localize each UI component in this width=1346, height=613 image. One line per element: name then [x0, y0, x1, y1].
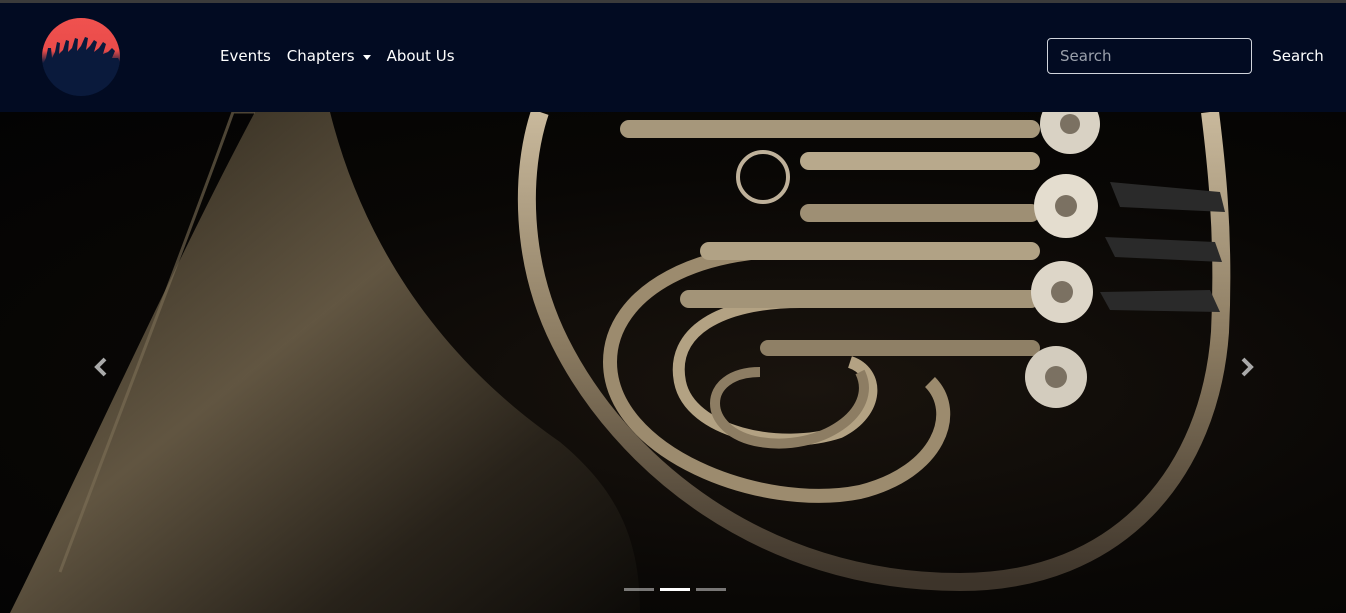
nav-link-label: About Us [386, 47, 455, 65]
chevron-right-icon [1241, 357, 1254, 377]
carousel-indicators [624, 588, 726, 591]
crowd-hands-icon [42, 37, 120, 96]
nav-link-about-us[interactable]: About Us [387, 47, 455, 65]
site-logo[interactable] [42, 18, 120, 96]
search-button[interactable]: Search [1265, 38, 1331, 74]
chevron-left-icon [94, 357, 107, 377]
french-horn-image [10, 112, 1231, 613]
carousel-indicator-2[interactable] [660, 588, 690, 591]
search-input[interactable] [1047, 38, 1252, 74]
carousel-next-button[interactable] [1235, 352, 1259, 382]
carousel-prev-button[interactable] [89, 352, 113, 382]
carousel-indicator-3[interactable] [696, 588, 726, 591]
nav-link-label: Chapters [286, 47, 355, 65]
hero-carousel [0, 112, 1346, 613]
caret-down-icon [362, 54, 371, 60]
navbar: Events Chapters About Us Search [0, 3, 1346, 112]
nav-link-label: Events [220, 47, 271, 65]
nav-links: Events Chapters About Us [220, 47, 471, 65]
nav-link-chapters[interactable]: Chapters [287, 47, 371, 65]
carousel-indicator-1[interactable] [624, 588, 654, 591]
nav-link-events[interactable]: Events [220, 47, 271, 65]
